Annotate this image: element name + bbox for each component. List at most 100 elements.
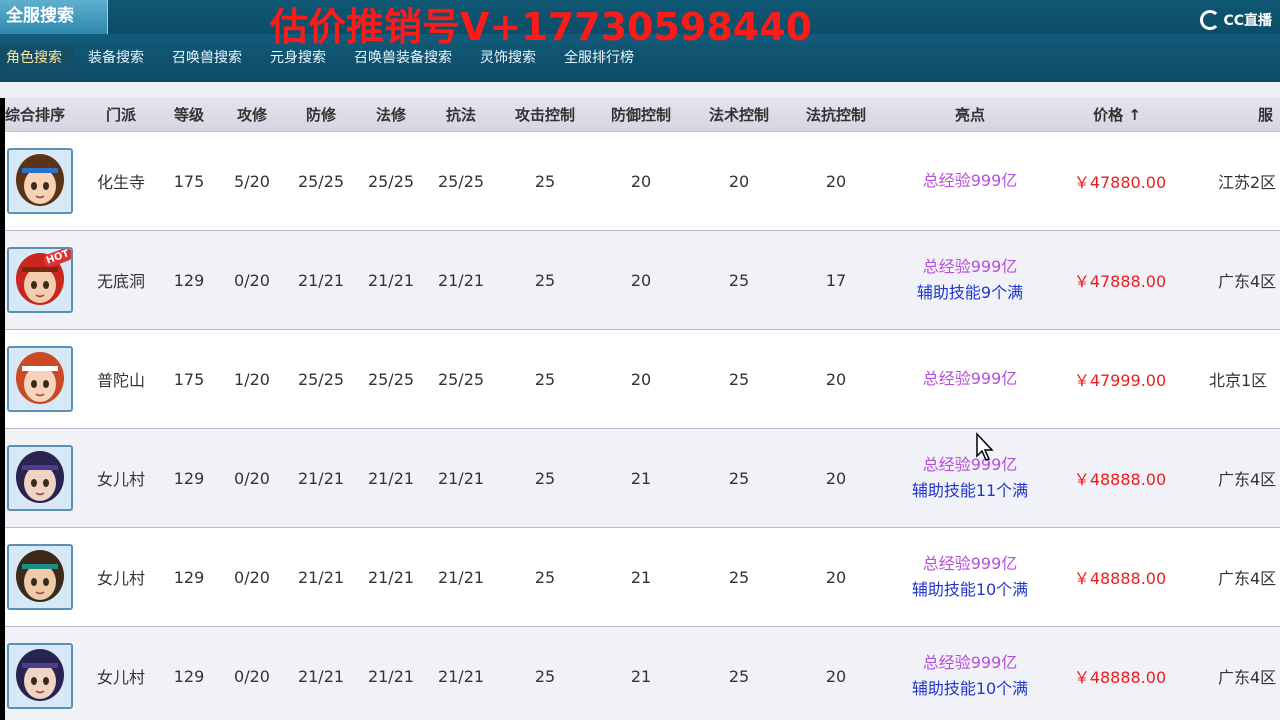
header-level[interactable]: 等级 bbox=[174, 98, 204, 132]
table-row[interactable]: HOT 无底洞 129 0/20 21/21 21/21 21/21 25 20 25 17 总经验9… bbox=[5, 231, 1280, 330]
search-nav: 角色搜索 装备搜索 召唤兽搜索 元身搜索 召唤兽装备搜索 灵饰搜索 全服排行榜 bbox=[0, 44, 652, 72]
cell-defense-cultivation: 25/25 bbox=[297, 171, 345, 191]
header-price[interactable]: 价格 ↑ bbox=[1093, 98, 1141, 132]
cell-school[interactable]: 女儿村 bbox=[97, 429, 145, 527]
header-attack-cultivation[interactable]: 攻修 bbox=[237, 98, 267, 132]
cell-level: 129 bbox=[173, 567, 205, 587]
cell-attack-cultivation: 5/20 bbox=[234, 171, 270, 191]
cell-resist-control: 20 bbox=[825, 468, 847, 488]
girl-red-hair-avatar-2-icon[interactable] bbox=[7, 346, 73, 412]
nav-tab-equipment-search[interactable]: 装备搜索 bbox=[78, 45, 154, 71]
cell-defense-control: 21 bbox=[630, 567, 652, 587]
cell-defense-cultivation: 21/21 bbox=[297, 666, 345, 686]
nav-tab-leaderboard[interactable]: 全服排行榜 bbox=[554, 45, 644, 71]
site-tab[interactable]: 全服搜索 bbox=[0, 0, 108, 34]
header-school[interactable]: 门派 bbox=[106, 98, 136, 132]
highlight-skills: 辅助技能11个满 bbox=[911, 481, 1029, 500]
cell-attack-control: 25 bbox=[534, 369, 556, 389]
header-defense-control[interactable]: 防御控制 bbox=[611, 98, 671, 132]
cc-logo-text: CC直播 bbox=[1223, 13, 1272, 29]
nav-tab-role-search[interactable]: 角色搜索 bbox=[0, 45, 74, 71]
cell-magic-control: 25 bbox=[728, 567, 750, 587]
table-row[interactable]: 女儿村 129 0/20 21/21 21/21 21/21 25 21 25 20 总经验999亿… bbox=[5, 528, 1280, 627]
cell-school[interactable]: 无底洞 bbox=[97, 231, 145, 329]
cell-price: ￥48888.00 bbox=[1073, 569, 1167, 588]
cell-level: 129 bbox=[173, 666, 205, 686]
header-defense-cultivation[interactable]: 防修 bbox=[306, 98, 336, 132]
cell-school[interactable]: 普陀山 bbox=[97, 330, 145, 428]
page-gutter bbox=[0, 82, 1280, 98]
table-row[interactable]: 女儿村 129 0/20 21/21 21/21 21/21 25 21 25 20 总经验999亿… bbox=[5, 627, 1280, 720]
boy-avatar-1-icon[interactable] bbox=[7, 148, 73, 214]
header-magic-resist[interactable]: 抗法 bbox=[446, 98, 476, 132]
cell-magic-cultivation: 21/21 bbox=[367, 666, 415, 686]
nav-tab-accessory-search[interactable]: 灵饰搜索 bbox=[470, 45, 546, 71]
cell-attack-control: 25 bbox=[534, 270, 556, 290]
sort-arrow-icon: ↑ bbox=[1128, 106, 1141, 124]
cell-magic-resist: 21/21 bbox=[437, 666, 485, 686]
cell-highlight: 总经验999亿 bbox=[923, 132, 1018, 230]
cell-level: 175 bbox=[173, 171, 205, 191]
cell-magic-cultivation: 21/21 bbox=[367, 567, 415, 587]
boy-avatar-2-icon[interactable] bbox=[7, 544, 73, 610]
cell-magic-resist: 21/21 bbox=[437, 270, 485, 290]
nav-tab-avatar-search[interactable]: 元身搜索 bbox=[260, 45, 336, 71]
cell-school[interactable]: 化生寺 bbox=[97, 132, 145, 230]
cell-resist-control: 20 bbox=[825, 567, 847, 587]
cell-highlight: 总经验999亿 bbox=[923, 330, 1018, 428]
cell-server: 广东4区 bbox=[1218, 569, 1277, 588]
cell-defense-control: 21 bbox=[630, 666, 652, 686]
cell-highlight: 总经验999亿 辅助技能11个满 bbox=[912, 429, 1028, 527]
cell-defense-control: 20 bbox=[630, 369, 652, 389]
nav-tab-pet-search[interactable]: 召唤兽搜索 bbox=[162, 45, 252, 71]
cell-price: ￥47888.00 bbox=[1073, 272, 1167, 291]
cell-resist-control: 20 bbox=[825, 171, 847, 191]
nav-tab-pet-equipment-search[interactable]: 召唤兽装备搜索 bbox=[344, 45, 462, 71]
cell-highlight: 总经验999亿 辅助技能10个满 bbox=[912, 528, 1028, 626]
cc-logo-icon bbox=[1200, 10, 1221, 30]
cell-attack-control: 25 bbox=[534, 666, 556, 686]
header-magic-control[interactable]: 法术控制 bbox=[709, 98, 769, 132]
top-header: 全服搜索 估价推销号V+17730598440 CC直播 角色搜索 装备搜索 召… bbox=[0, 0, 1280, 82]
cell-level: 175 bbox=[173, 369, 205, 389]
cell-level: 129 bbox=[173, 468, 205, 488]
cell-attack-control: 25 bbox=[534, 468, 556, 488]
header-sort[interactable]: 综合排序 bbox=[5, 98, 65, 132]
table-header: 综合排序 门派 等级 攻修 防修 法修 抗法 攻击控制 防御控制 法术控制 法抗… bbox=[5, 98, 1280, 132]
cell-price: ￥48888.00 bbox=[1073, 470, 1167, 489]
cell-magic-control: 25 bbox=[728, 468, 750, 488]
cell-magic-resist: 25/25 bbox=[437, 369, 485, 389]
cell-magic-control: 25 bbox=[728, 270, 750, 290]
cell-server: 广东4区 bbox=[1218, 470, 1277, 489]
header-resist-control[interactable]: 法抗控制 bbox=[806, 98, 866, 132]
cell-defense-cultivation: 25/25 bbox=[297, 369, 345, 389]
cell-attack-control: 25 bbox=[534, 567, 556, 587]
header-attack-control[interactable]: 攻击控制 bbox=[515, 98, 575, 132]
highlight-skills: 辅助技能10个满 bbox=[911, 679, 1029, 698]
cell-resist-control: 17 bbox=[825, 270, 847, 290]
cell-price: ￥47880.00 bbox=[1073, 173, 1167, 192]
cell-server: 北京1区 bbox=[1209, 371, 1268, 390]
girl-dark-hair-avatar-2-icon[interactable] bbox=[7, 643, 73, 709]
header-server[interactable]: 服 bbox=[1258, 98, 1273, 132]
header-magic-cultivation[interactable]: 法修 bbox=[376, 98, 406, 132]
girl-red-hair-avatar-icon[interactable]: HOT bbox=[7, 247, 73, 313]
cell-defense-cultivation: 21/21 bbox=[297, 468, 345, 488]
table-row[interactable]: 女儿村 129 0/20 21/21 21/21 21/21 25 21 25 20 总经验999亿… bbox=[5, 429, 1280, 528]
cell-magic-resist: 25/25 bbox=[437, 171, 485, 191]
highlight-experience: 总经验999亿 bbox=[922, 171, 1018, 190]
table-row[interactable]: 普陀山 175 1/20 25/25 25/25 25/25 25 20 25 20 总经验999亿… bbox=[5, 330, 1280, 429]
cell-defense-cultivation: 21/21 bbox=[297, 270, 345, 290]
table-body: 化生寺 175 5/20 25/25 25/25 25/25 25 20 20 20 总经验999亿… bbox=[5, 132, 1280, 720]
cell-attack-cultivation: 0/20 bbox=[234, 468, 270, 488]
header-price-label: 价格 bbox=[1093, 106, 1124, 124]
cell-attack-control: 25 bbox=[534, 171, 556, 191]
cell-attack-cultivation: 0/20 bbox=[234, 270, 270, 290]
girl-dark-hair-avatar-icon[interactable] bbox=[7, 445, 73, 511]
table-row[interactable]: 化生寺 175 5/20 25/25 25/25 25/25 25 20 20 20 总经验999亿… bbox=[5, 132, 1280, 231]
header-highlight: 亮点 bbox=[954, 106, 986, 124]
cell-school[interactable]: 女儿村 bbox=[97, 627, 145, 720]
cell-defense-control: 20 bbox=[630, 270, 652, 290]
cell-defense-control: 20 bbox=[630, 171, 652, 191]
cell-school[interactable]: 女儿村 bbox=[97, 528, 145, 626]
